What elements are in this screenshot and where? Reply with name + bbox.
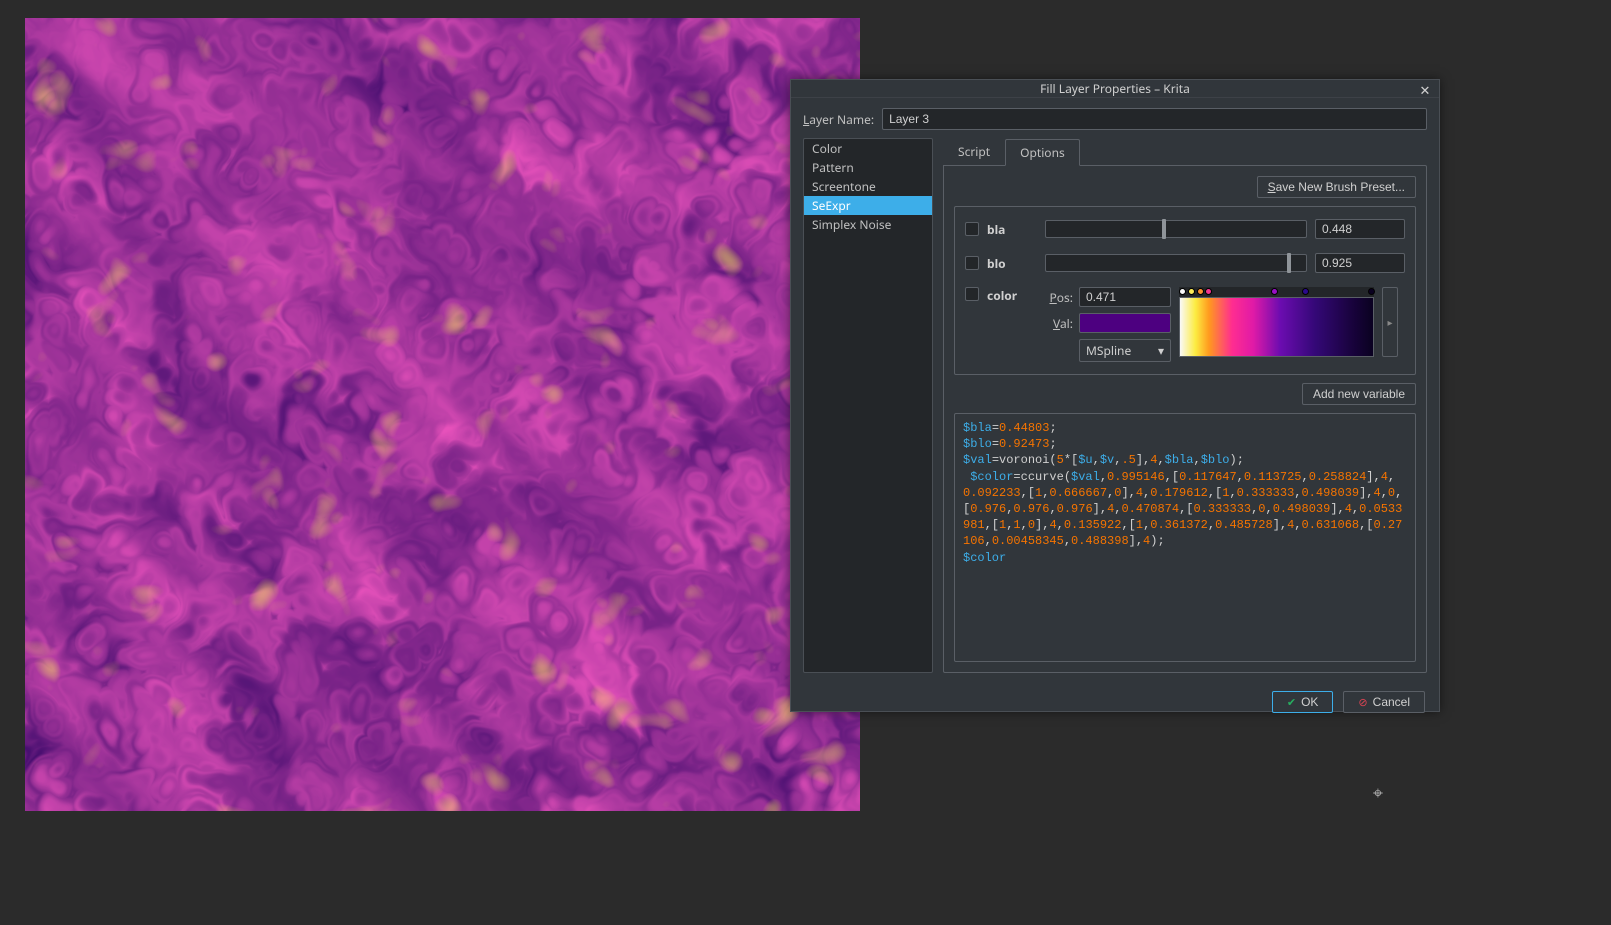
chevron-down-icon: ▾ xyxy=(1158,342,1164,359)
gradient-stop[interactable] xyxy=(1271,288,1278,295)
close-icon[interactable]: ✕ xyxy=(1417,82,1433,98)
layer-name-label: Layer Name: xyxy=(803,111,874,128)
color-swatch[interactable] xyxy=(1079,313,1171,333)
value-input-blo[interactable] xyxy=(1315,253,1405,273)
canvas-preview xyxy=(25,18,860,811)
var-row-bla: bla xyxy=(965,219,1405,239)
var-label-blo: blo xyxy=(987,255,1037,272)
gradient-stop[interactable] xyxy=(1302,288,1309,295)
var-checkbox-blo[interactable] xyxy=(965,256,979,270)
ok-label: OK xyxy=(1301,695,1318,709)
slider-handle-bla[interactable] xyxy=(1162,219,1166,239)
gradient-stop[interactable] xyxy=(1205,288,1212,295)
val-label: Val: xyxy=(1045,315,1073,332)
tab-content-options: Save New Brush Preset... bla blo xyxy=(943,165,1427,673)
add-variable-button[interactable]: Add new variable xyxy=(1302,383,1416,405)
generator-item-simplex[interactable]: Simplex Noise xyxy=(804,215,932,234)
var-checkbox-bla[interactable] xyxy=(965,222,979,236)
tab-script[interactable]: Script xyxy=(943,138,1005,165)
tab-options[interactable]: Options xyxy=(1005,139,1080,166)
variables-panel: bla blo xyxy=(954,206,1416,375)
generator-item-screentone[interactable]: Screentone xyxy=(804,177,932,196)
layer-name-input[interactable] xyxy=(882,108,1427,130)
var-label-color: color xyxy=(987,287,1037,304)
generator-item-color[interactable]: Color xyxy=(804,139,932,158)
check-icon: ✔ xyxy=(1287,696,1296,709)
ok-button[interactable]: ✔ OK xyxy=(1272,691,1334,713)
expand-gradient-icon[interactable]: ▸ xyxy=(1382,287,1398,357)
pos-label: Pos: xyxy=(1045,289,1073,306)
gradient-editor[interactable] xyxy=(1179,287,1374,357)
fill-layer-properties-dialog: Fill Layer Properties – Krita ✕ Layer Na… xyxy=(790,79,1440,712)
var-label-bla: bla xyxy=(987,221,1037,238)
cancel-button[interactable]: ⊘ Cancel xyxy=(1343,691,1425,713)
dialog-title: Fill Layer Properties – Krita xyxy=(1040,80,1190,97)
tabs: Script Options xyxy=(943,138,1427,165)
generator-item-pattern[interactable]: Pattern xyxy=(804,158,932,177)
value-input-bla[interactable] xyxy=(1315,219,1405,239)
interp-value: MSpline xyxy=(1086,342,1131,359)
gradient-stop[interactable] xyxy=(1179,288,1186,295)
var-checkbox-color[interactable] xyxy=(965,287,979,301)
slider-handle-blo[interactable] xyxy=(1287,253,1291,273)
pos-input[interactable] xyxy=(1079,287,1171,307)
cancel-label: Cancel xyxy=(1373,695,1410,709)
generator-list[interactable]: Color Pattern Screentone SeExpr Simplex … xyxy=(803,138,933,673)
generator-item-seexpr[interactable]: SeExpr xyxy=(804,196,932,215)
var-row-color: color Pos: Val: xyxy=(965,287,1405,362)
var-row-blo: blo xyxy=(965,253,1405,273)
slider-bla[interactable] xyxy=(1045,220,1307,238)
save-preset-button[interactable]: Save New Brush Preset... xyxy=(1257,176,1416,198)
script-preview[interactable]: $bla=0.44803; $blo=0.92473; $val=voronoi… xyxy=(954,413,1416,662)
gradient-stops[interactable] xyxy=(1179,287,1374,297)
gradient-stop[interactable] xyxy=(1188,288,1195,295)
slider-blo[interactable] xyxy=(1045,254,1307,272)
cancel-icon: ⊘ xyxy=(1358,696,1367,709)
dialog-titlebar[interactable]: Fill Layer Properties – Krita ✕ xyxy=(791,80,1439,98)
interp-dropdown[interactable]: MSpline ▾ xyxy=(1079,339,1171,362)
gradient-stop[interactable] xyxy=(1197,288,1204,295)
gradient-preview[interactable] xyxy=(1179,297,1374,357)
crop-cursor-icon: ⌖ xyxy=(1373,781,1383,805)
gradient-stop[interactable] xyxy=(1368,288,1375,295)
